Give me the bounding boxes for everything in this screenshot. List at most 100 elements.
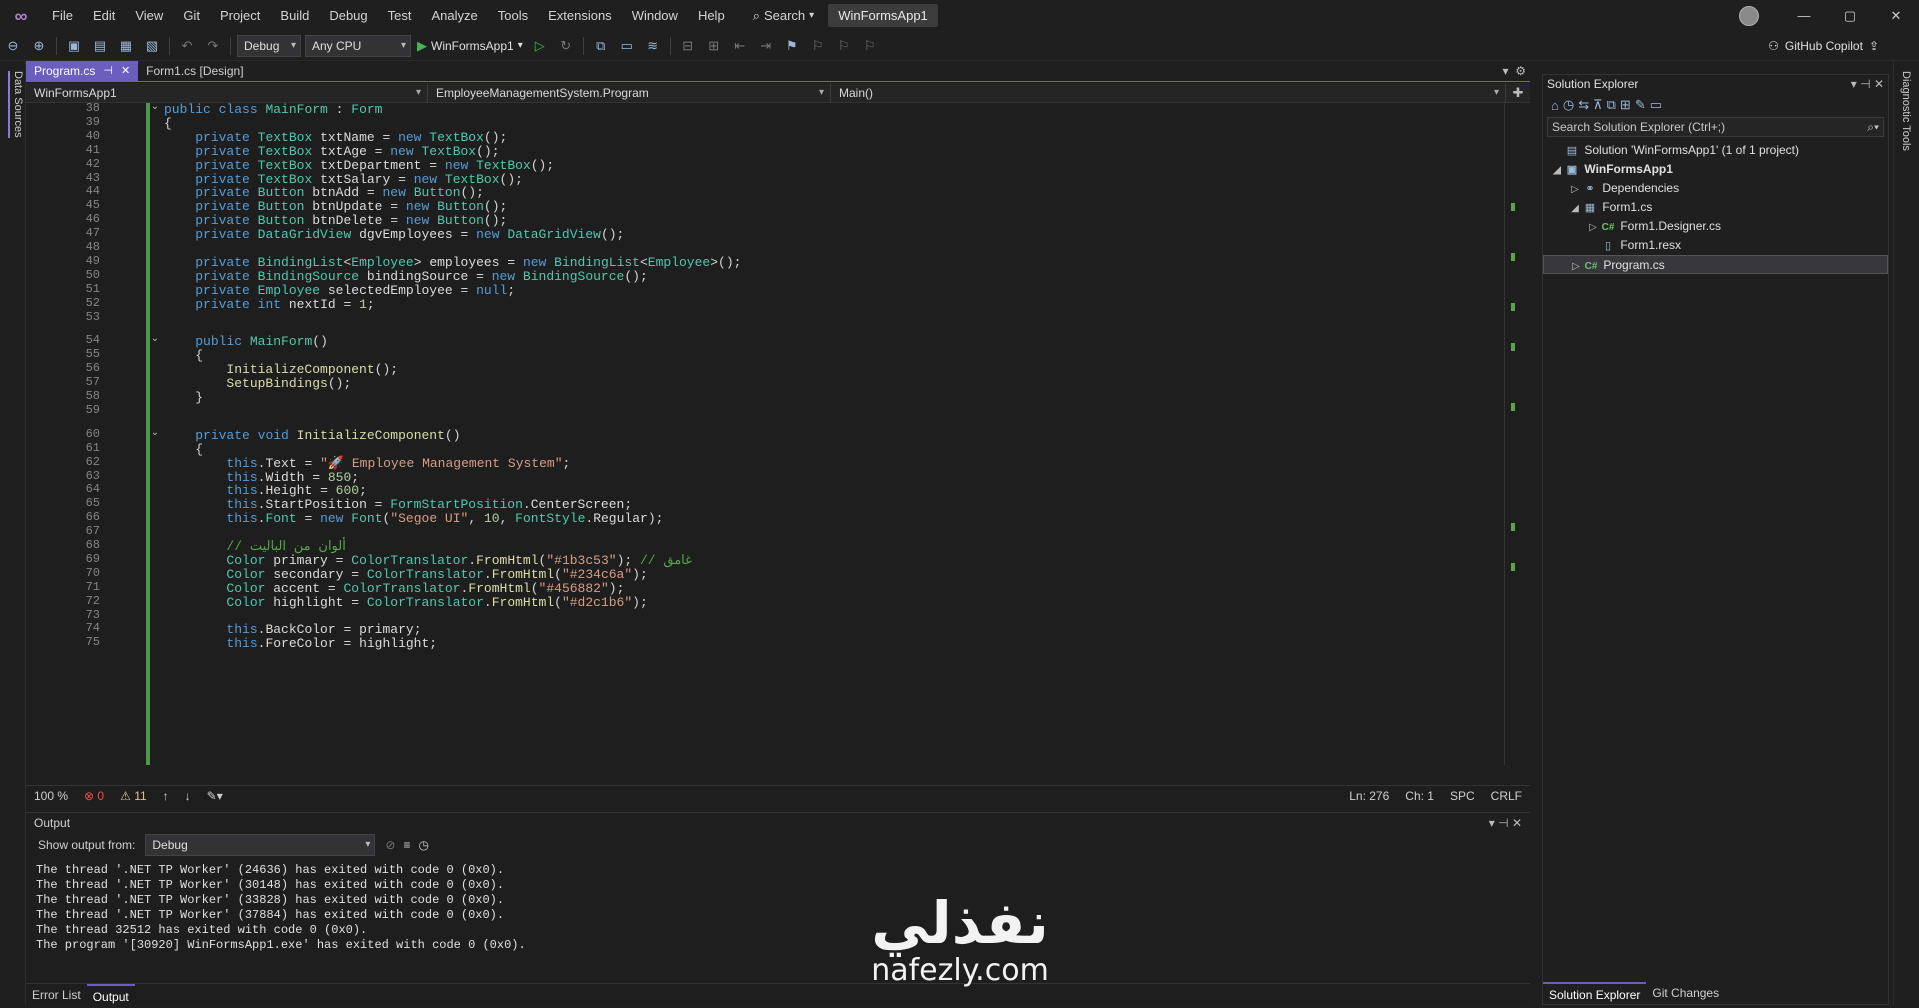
uncomment-icon[interactable]: ⊞ [703, 35, 725, 57]
visual-studio-logo-icon[interactable]: ∞ [10, 7, 32, 25]
error-count[interactable]: ⊗ 0 [76, 786, 112, 807]
warning-count[interactable]: ⚠ 11 [112, 786, 155, 807]
whitespace-indicator[interactable]: SPC [1442, 786, 1483, 807]
close-icon[interactable]: ✕ [121, 61, 130, 82]
code-view[interactable]: public class MainForm : Form{ private Te… [164, 103, 1504, 765]
filter-icon[interactable]: ⊞ [1620, 97, 1631, 113]
menu-git[interactable]: Git [173, 0, 210, 31]
tab-form1-design[interactable]: Form1.cs [Design] [138, 61, 251, 82]
tab-overflow-controls[interactable]: ▾ ⚙ [1503, 61, 1526, 82]
menu-build[interactable]: Build [270, 0, 319, 31]
clear-all-icon[interactable]: ⊘ [385, 838, 395, 852]
configuration-dropdown[interactable]: Debug [237, 34, 301, 57]
start-debugging-button[interactable]: ▶ WinFormsApp1 ▾ [417, 38, 523, 54]
collapsed-arrow-icon[interactable]: ▷ [1570, 257, 1582, 276]
clear-bookmarks-icon[interactable]: ⚐ [859, 35, 881, 57]
browser-link-icon[interactable]: ⧉ [590, 35, 612, 57]
tree-item-program-cs[interactable]: ▷ C# Program.cs [1543, 255, 1888, 274]
save-all-icon[interactable]: ▧ [141, 35, 163, 57]
collapse-icon[interactable]: ⊼ [1593, 97, 1603, 113]
fold-toggle-icon[interactable]: ⌄ [150, 333, 160, 344]
undo-icon[interactable]: ↶ [176, 35, 198, 57]
tree-item-form1-designer[interactable]: ▷ C# Form1.Designer.cs [1543, 217, 1888, 236]
home-icon[interactable]: ⌂ [1551, 98, 1559, 113]
menu-test[interactable]: Test [378, 0, 422, 31]
menu-debug[interactable]: Debug [319, 0, 377, 31]
collapsed-arrow-icon[interactable]: ▷ [1587, 218, 1599, 237]
data-sources-tab[interactable]: Data Sources [8, 71, 24, 138]
tree-item-form1-resx[interactable]: ▯ Form1.resx [1543, 236, 1888, 255]
output-text[interactable]: The thread '.NET TP Worker' (24636) has … [36, 863, 526, 953]
format-icon[interactable]: ≋ [642, 35, 664, 57]
code-line[interactable]: private int nextId = 1; [164, 296, 374, 313]
redo-icon[interactable]: ↷ [202, 35, 224, 57]
code-line[interactable]: private void InitializeComponent() [164, 427, 460, 444]
open-folder-icon[interactable]: ▤ [89, 35, 111, 57]
minimize-button[interactable]: — [1781, 0, 1827, 31]
fold-toggle-icon[interactable]: ⌄ [150, 101, 160, 112]
share-icon[interactable]: ⇪ [1869, 35, 1879, 57]
code-cleanup-icon[interactable]: ✎▾ [199, 786, 231, 807]
code-line[interactable]: Color highlight = ColorTranslator.FromHt… [164, 594, 647, 611]
member-nav-dropdown[interactable]: Main() [831, 83, 1506, 103]
split-icon[interactable]: ✚ [1506, 83, 1530, 102]
expanded-arrow-icon[interactable]: ◢ [1551, 161, 1563, 180]
menu-extensions[interactable]: Extensions [538, 0, 622, 31]
start-without-debugging-icon[interactable]: ▷ [529, 35, 551, 57]
timestamp-icon[interactable]: ◷ [418, 838, 428, 852]
code-line[interactable]: private DataGridView dgvEmployees = new … [164, 226, 624, 243]
vertical-scrollbar[interactable] [1504, 103, 1520, 765]
tree-item-project[interactable]: ◢ ▣ WinFormsApp1 [1543, 160, 1888, 179]
collapsed-arrow-icon[interactable]: ▷ [1569, 180, 1581, 199]
show-all-files-icon[interactable]: ⧉ [1607, 97, 1616, 113]
next-issue-icon[interactable]: ↓ [177, 786, 199, 807]
new-project-icon[interactable]: ▣ [63, 35, 85, 57]
next-bookmark-icon[interactable]: ⚐ [833, 35, 855, 57]
code-line[interactable]: } [164, 389, 203, 406]
navigate-forward-icon[interactable]: ⊕ [28, 35, 50, 57]
prev-bookmark-icon[interactable]: ⚐ [807, 35, 829, 57]
diagnostic-tools-tab[interactable]: Diagnostic Tools [1900, 71, 1912, 151]
history-icon[interactable]: ◷ [1563, 97, 1574, 113]
zoom-level[interactable]: 100 % [26, 786, 76, 807]
menu-analyze[interactable]: Analyze [421, 0, 487, 31]
code-line[interactable]: public class MainForm : Form [164, 103, 383, 118]
menu-view[interactable]: View [125, 0, 173, 31]
pin-icon[interactable]: ⊣ [103, 61, 113, 82]
tab-git-changes[interactable]: Git Changes [1646, 982, 1725, 1004]
sync-icon[interactable]: ⇆ [1578, 97, 1589, 113]
tree-item-form1[interactable]: ◢ ▦ Form1.cs [1543, 198, 1888, 217]
platform-dropdown[interactable]: Any CPU [305, 34, 411, 57]
comment-icon[interactable]: ⊟ [677, 35, 699, 57]
code-line[interactable]: this.ForeColor = highlight; [164, 635, 437, 652]
save-icon[interactable]: ▦ [115, 35, 137, 57]
outdent-icon[interactable]: ⇤ [729, 35, 751, 57]
hot-reload-icon[interactable]: ↻ [555, 35, 577, 57]
output-source-dropdown[interactable]: Debug [145, 834, 376, 856]
search-button[interactable]: ⌕ Search ▾ [745, 8, 823, 24]
panel-controls[interactable]: ▾ ⊣ ✕ [1489, 813, 1522, 833]
layout-icon[interactable]: ▭ [616, 35, 638, 57]
project-nav-dropdown[interactable]: WinFormsApp1 [26, 83, 428, 103]
tab-solution-explorer[interactable]: Solution Explorer [1543, 982, 1647, 1004]
bookmark-icon[interactable]: ⚑ [781, 35, 803, 57]
type-nav-dropdown[interactable]: EmployeeManagementSystem.Program [428, 83, 831, 103]
properties-icon[interactable]: ✎ [1635, 97, 1646, 113]
tab-error-list[interactable]: Error List [26, 984, 87, 1006]
tab-program-cs[interactable]: Program.cs ⊣ ✕ [26, 61, 139, 82]
restore-button[interactable]: ▢ [1827, 0, 1873, 31]
tree-item-solution[interactable]: ▤ Solution 'WinFormsApp1' (1 of 1 projec… [1543, 141, 1888, 160]
solution-search-input[interactable]: Search Solution Explorer (Ctrl+;) ⌕▾ [1547, 117, 1884, 137]
account-avatar-icon[interactable] [1739, 6, 1759, 26]
code-line[interactable]: this.Font = new Font("Segoe UI", 10, Fon… [164, 510, 663, 527]
navigate-back-icon[interactable]: ⊖ [2, 35, 24, 57]
word-wrap-icon[interactable]: ≡ [403, 838, 410, 852]
prev-issue-icon[interactable]: ↑ [155, 786, 177, 807]
tab-output[interactable]: Output [86, 984, 135, 1006]
preview-icon[interactable]: ▭ [1650, 97, 1662, 113]
line-ending-indicator[interactable]: CRLF [1483, 786, 1530, 807]
menu-edit[interactable]: Edit [83, 0, 125, 31]
indent-icon[interactable]: ⇥ [755, 35, 777, 57]
close-window-button[interactable]: ✕ [1873, 0, 1919, 31]
menu-help[interactable]: Help [688, 0, 735, 31]
